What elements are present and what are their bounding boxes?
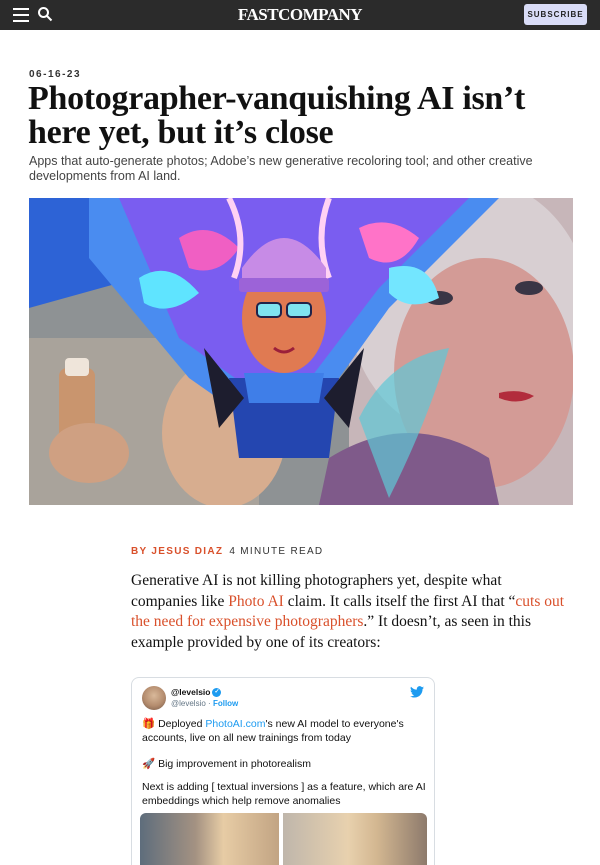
rocket-icon: 🚀 <box>142 758 156 770</box>
tweet-line-3: Next is adding [ textual inversions ] as… <box>142 781 426 807</box>
embedded-tweet[interactable]: @levelsio ✓ @levelsio · Follow 🎁 Deployed … <box>131 677 435 865</box>
gift-icon: 🎁 <box>142 718 156 730</box>
verified-badge-icon: ✓ <box>212 688 222 698</box>
photo-ai-link[interactable]: Photo AI <box>228 593 284 610</box>
top-nav-bar: FASTCOMPANY SUBSCRIBE <box>0 0 600 30</box>
avatar[interactable] <box>142 686 166 710</box>
hero-image <box>29 198 573 505</box>
byline: BY JESUS DIAZ 4 MINUTE READ <box>131 546 323 557</box>
article-body-paragraph: Generative AI is not killing photographe… <box>131 572 565 651</box>
read-time: 4 MINUTE READ <box>229 546 324 557</box>
subscribe-button[interactable]: SUBSCRIBE <box>524 4 587 25</box>
article-headline: Photographer-vanquishing AI isn’t here y… <box>28 80 526 151</box>
tweet-line-1: 🎁 Deployed PhotoAI.com's new AI model to … <box>142 718 404 744</box>
tweet-image-1[interactable] <box>140 813 279 865</box>
follow-link[interactable]: Follow <box>213 699 238 708</box>
tweet-image-2[interactable] <box>283 813 427 865</box>
site-logo[interactable]: FASTCOMPANY <box>0 5 600 25</box>
author-link[interactable]: BY JESUS DIAZ <box>131 546 223 557</box>
article-dek: Apps that auto-generate photos; Adobe’s … <box>29 154 533 183</box>
twitter-bird-icon[interactable] <box>410 686 424 698</box>
tweet-author-name[interactable]: @levelsio ✓ <box>171 687 222 698</box>
photoai-link[interactable]: PhotoAI.com <box>205 718 265 730</box>
tweet-line-2: 🚀 Big improvement in photorealism <box>142 758 311 770</box>
article-date: 06-16-23 <box>29 69 82 80</box>
tweet-author-handle: @levelsio · Follow <box>171 699 239 708</box>
